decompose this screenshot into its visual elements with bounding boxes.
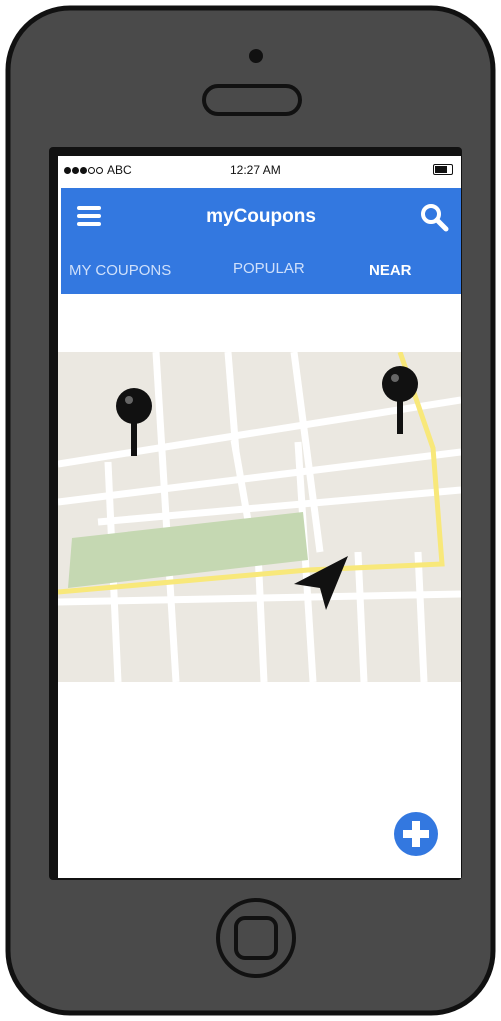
- add-circle-icon[interactable]: [392, 810, 440, 858]
- screen: ABC 12:27 AM myCoupons MY COUPONS POPULA…: [58, 156, 461, 878]
- status-time: 12:27 AM: [230, 163, 281, 177]
- search-icon[interactable]: [419, 202, 449, 232]
- tab-bar: MY COUPONS POPULAR NEAR: [61, 244, 461, 294]
- phone-frame: ABC 12:27 AM myCoupons MY COUPONS POPULA…: [4, 4, 497, 1017]
- signal-indicator: ABC: [64, 163, 132, 177]
- carrier-label: ABC: [107, 163, 132, 177]
- camera-icon: [249, 49, 263, 63]
- tab-near[interactable]: NEAR: [369, 262, 412, 279]
- app-title: myCoupons: [206, 206, 316, 227]
- home-button-icon[interactable]: [216, 898, 296, 978]
- map-view[interactable]: [58, 352, 461, 682]
- status-bar: ABC 12:27 AM: [58, 156, 461, 184]
- battery-icon: [433, 164, 453, 175]
- tab-popular[interactable]: POPULAR: [233, 260, 305, 277]
- app-bar: myCoupons: [61, 188, 461, 244]
- tab-my-coupons[interactable]: MY COUPONS: [69, 262, 171, 279]
